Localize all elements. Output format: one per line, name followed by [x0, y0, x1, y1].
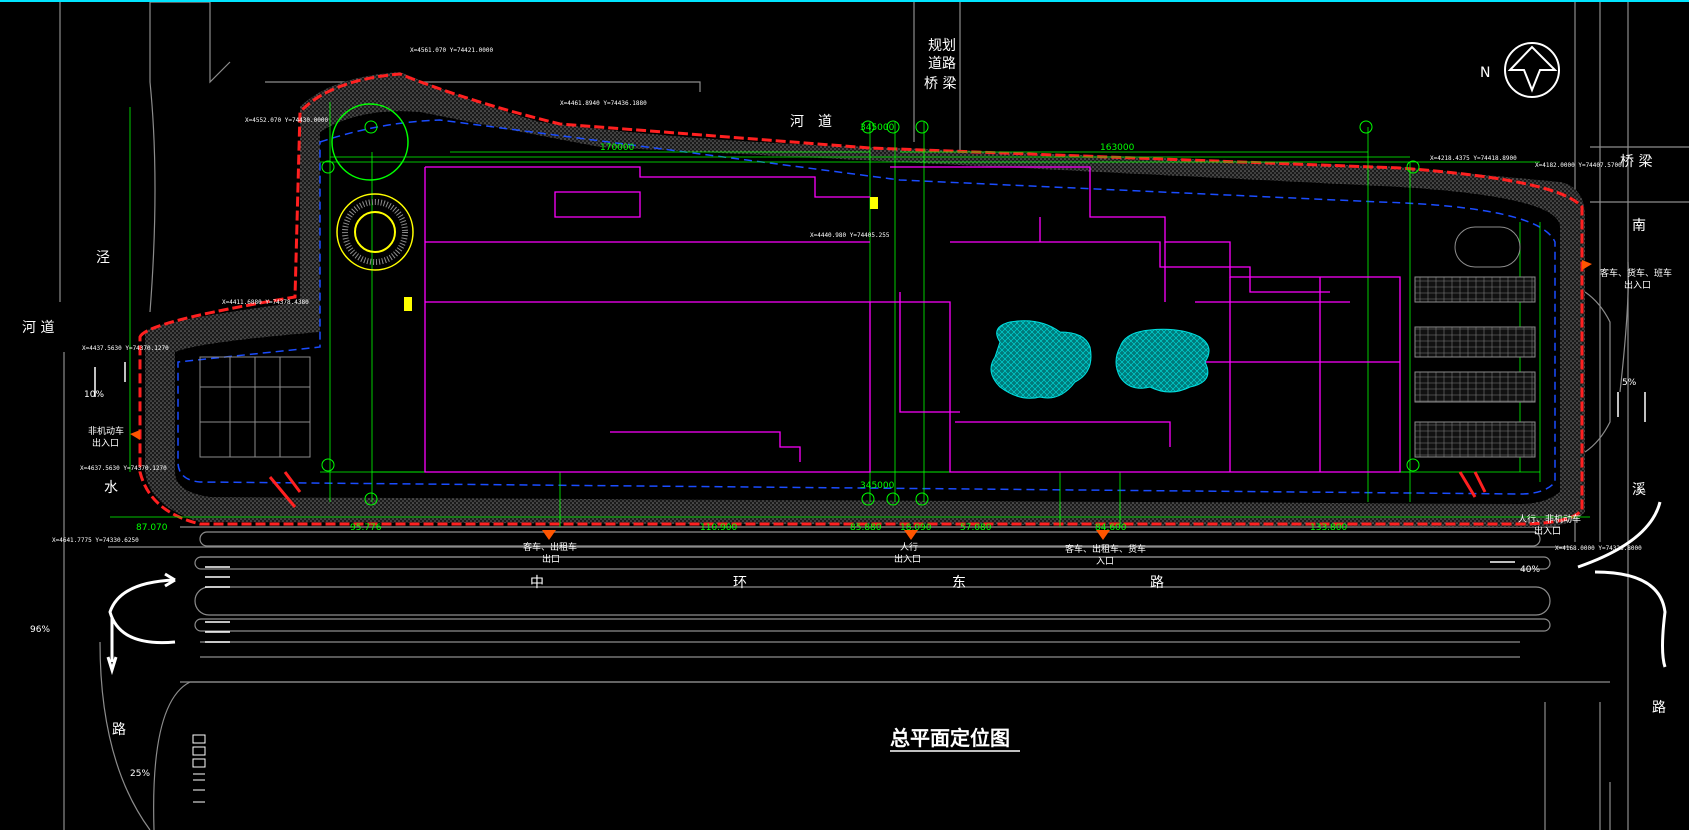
gate-bottom-mid-2: 出入口: [894, 553, 921, 565]
pct-40: 40%: [1520, 565, 1540, 575]
coordinate-annotation: X=4637.5630 Y=74370.1270: [80, 465, 167, 472]
north-label: N: [1480, 65, 1490, 81]
label-right-road-3: 路: [1652, 700, 1666, 716]
label-right-road-1: 南: [1632, 218, 1646, 234]
dimension-label: 84.600: [1095, 523, 1127, 533]
label-main-road-3: 东: [952, 575, 966, 591]
label-planned-road-3: 桥 梁: [924, 76, 956, 92]
dimension-label: 85.880: [850, 523, 882, 533]
left-uturn-markings: [106, 572, 176, 676]
gate-bottom-left-1: 客车、出租车: [523, 541, 577, 553]
coordinate-annotation: X=4552.070 Y=74430.0000: [245, 117, 328, 124]
coordinate-annotation: X=4641.7775 Y=74330.6250: [52, 537, 139, 544]
label-river-top: 河 道: [790, 114, 832, 130]
north-arrow-icon: [1504, 42, 1560, 98]
label-river-left: 河 道: [22, 320, 54, 336]
coordinate-annotation: X=4461.8940 Y=74436.1880: [560, 100, 647, 107]
label-right-road-2: 溪: [1632, 482, 1646, 498]
pct-5: 5%: [1622, 378, 1637, 388]
coordinate-annotation: X=4411.6880 Y=74378.4380: [222, 299, 309, 306]
right-uturn-markings: [1577, 501, 1667, 668]
gate-left-1: 非机动车: [88, 425, 124, 437]
gate-right-1: 客车、货车、班车: [1600, 267, 1672, 279]
label-main-road-1: 中: [530, 575, 544, 591]
pct-25: 25%: [130, 769, 150, 779]
dimension-label: 95.776: [350, 523, 382, 533]
coordinate-annotation: X=4440.980 Y=74405.255: [810, 232, 890, 239]
site-hatch-strip: [145, 72, 1585, 527]
gate-br-2: 出入口: [1534, 525, 1561, 537]
drawing-title: 总平面定位图: [890, 726, 1010, 750]
pct-10: 10%: [84, 390, 104, 400]
label-planned-road-2: 道路: [928, 56, 956, 72]
dimension-label: 87.070: [136, 523, 168, 533]
label-left-road-3: 路: [112, 722, 126, 738]
gate-bottom-right-1: 客车、出租车、货车: [1065, 543, 1146, 555]
gate-br-1: 人行、非机动车: [1518, 513, 1581, 525]
label-bridge-right: 桥 梁: [1620, 154, 1652, 170]
dimension-label: 57.080: [960, 523, 992, 533]
gate-right-2: 出入口: [1624, 279, 1651, 291]
label-main-road-4: 路: [1150, 575, 1164, 591]
coordinate-annotation: X=4182.0000 Y=74407.5700: [1535, 162, 1622, 169]
gate-bottom-right-2: 入口: [1096, 556, 1114, 567]
cad-site-plan-canvas[interactable]: N 河 道 河 道 规划 道路 桥 梁 桥 梁 泾 水 路 南 溪 路 中 环 …: [0, 2, 1689, 830]
gate-left-2: 出入口: [92, 437, 119, 449]
dimension-label: 163000: [1100, 143, 1135, 153]
coordinate-annotation: X=4218.4375 Y=74418.8900: [1430, 155, 1517, 162]
coordinate-annotation: X=4168.0000 Y=74326.8000: [1555, 545, 1642, 552]
dimension-label: 345000: [860, 123, 895, 133]
pct-96: 96%: [30, 625, 50, 635]
dimension-label: 133.800: [1310, 523, 1347, 533]
label-planned-road-1: 规划: [928, 38, 956, 54]
legend-symbols: [192, 734, 206, 803]
gate-bottom-left-2: 出口: [542, 553, 560, 565]
dimension-label: 110.900: [700, 523, 737, 533]
coordinate-annotation: X=4561.070 Y=74421.0000: [410, 47, 493, 54]
label-left-road-2: 水: [104, 480, 118, 496]
coordinate-annotation: X=4437.5630 Y=74370.1270: [82, 345, 169, 352]
dimension-label: 170000: [600, 143, 635, 153]
dimension-label: 18.090: [900, 523, 932, 533]
gate-bottom-mid-1: 人行: [900, 541, 918, 553]
dimension-label: 345000: [860, 481, 895, 491]
label-left-road-1: 泾: [96, 250, 110, 266]
label-main-road-2: 环: [733, 575, 747, 591]
